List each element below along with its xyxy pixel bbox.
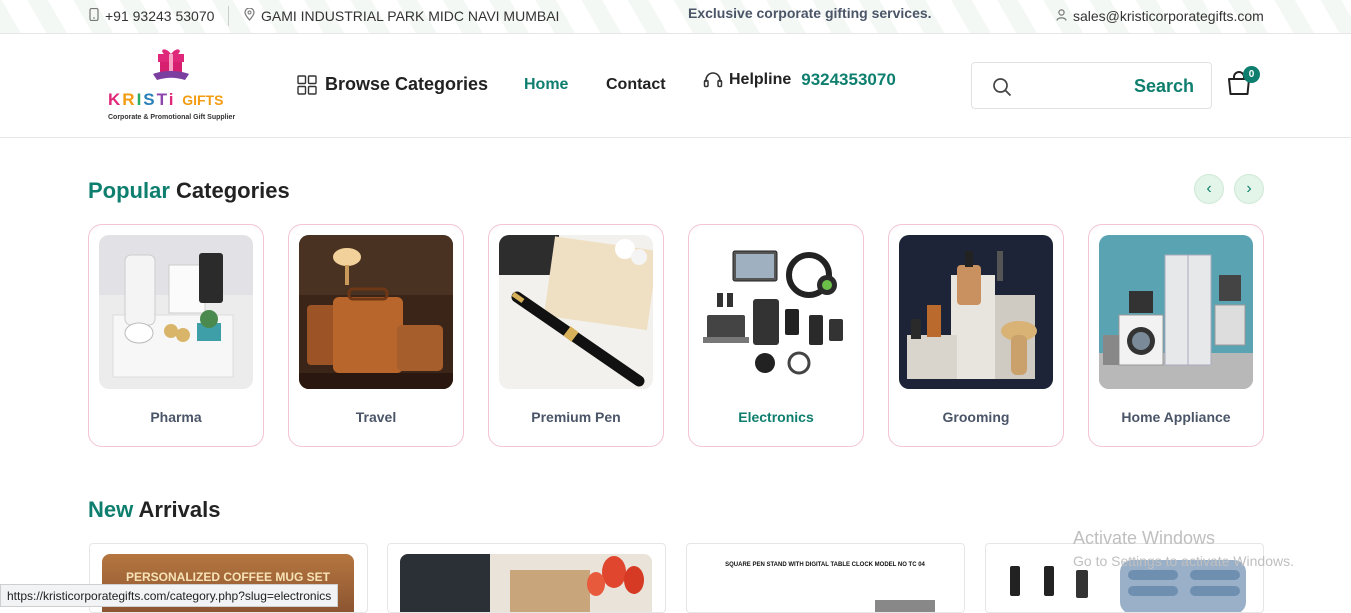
browse-categories-button[interactable]: Browse Categories [297,74,488,95]
cart-button[interactable]: 0 [1226,66,1260,100]
category-card-pharma[interactable]: Pharma [88,224,264,447]
gift-box-icon [153,49,189,80]
divider [228,6,229,26]
product-card[interactable]: SQUARE PEN STAND WITH DIGITAL TABLE CLOC… [686,543,965,613]
category-image-grooming [899,235,1053,389]
category-name: Travel [355,409,397,425]
new-arrivals-title: New Arrivals [88,497,221,523]
category-card-premium-pen[interactable]: Premium Pen [488,224,664,447]
category-image-travel [299,235,453,389]
product-banner-text: SQUARE PEN STAND WITH DIGITAL TABLE CLOC… [725,562,925,568]
category-image-home-appliance [1099,235,1253,389]
category-image-premium-pen [499,235,653,389]
user-icon [1056,8,1067,24]
popular-title-accent: Popular [88,178,170,203]
nav-contact[interactable]: Contact [606,76,666,94]
promo-text: Exclusive corporate gifting services. [688,5,932,21]
chevron-left-icon: ‹ [1206,180,1212,197]
category-image-electronics [699,235,853,389]
nav-home[interactable]: Home [524,76,568,94]
popular-title-rest: Categories [176,178,290,203]
category-name: Home Appliance [1121,409,1231,425]
grid-icon [297,74,317,95]
link-status-bar: https://kristicorporategifts.com/categor… [0,584,339,607]
product-banner-text: PERSONALIZED COFFEE MUG SET [125,570,330,584]
logo-tagline: Corporate & Promotional Gift Supplier [108,114,236,121]
category-card-home-appliance[interactable]: Home Appliance [1088,224,1264,447]
address-info: GAMI INDUSTRIAL PARK MIDC NAVI MUMBAI [244,7,560,24]
browse-label: Browse Categories [325,74,489,94]
helpline-label: Helpline [729,71,792,88]
search-box[interactable]: Search [971,62,1212,109]
category-name: Grooming [942,409,1010,425]
product-image: SQUARE PEN STAND WITH DIGITAL TABLE CLOC… [699,554,951,612]
category-card-electronics[interactable]: Electronics [688,224,864,447]
arrivals-title-rest: Arrivals [138,497,221,522]
logo-wordmark: KRISTi GIFTS [108,90,224,109]
product-image [400,554,652,612]
site-logo[interactable]: KRISTi GIFTS Corporate & Promotional Gif… [104,44,244,124]
carousel-next-button[interactable]: › [1234,174,1264,204]
arrivals-title-accent: New [88,497,134,522]
carousel-prev-button[interactable]: ‹ [1194,174,1224,204]
phone-info[interactable]: +91 93243 53070 [89,7,215,24]
search-button[interactable]: Search [1134,76,1194,97]
location-pin-icon [244,7,255,24]
category-name: Electronics [738,409,814,425]
top-info-bar: +91 93243 53070 GAMI INDUSTRIAL PARK MID… [0,0,1351,34]
watermark-line-1: Activate Windows [1073,528,1216,548]
cart-count-badge: 0 [1243,66,1260,83]
phone-icon [89,7,99,24]
category-card-grooming[interactable]: Grooming [888,224,1064,447]
email-info[interactable]: sales@kristicorporategifts.com [1056,8,1264,24]
category-image-pharma [99,235,253,389]
helpline-number[interactable]: 9324353070 [801,70,896,90]
category-name: Pharma [150,409,202,425]
search-icon [993,78,1012,97]
popular-categories-title: Popular Categories [88,178,290,204]
product-card[interactable] [387,543,666,613]
headset-icon [703,72,723,88]
helpline[interactable]: Helpline 9324353070 [703,70,896,90]
category-name: Premium Pen [531,409,621,425]
watermark-line-2: Go to Settings to activate Windows. [1073,553,1294,569]
address-text: GAMI INDUSTRIAL PARK MIDC NAVI MUMBAI [261,8,560,24]
windows-activation-watermark: Activate Windows Go to Settings to activ… [1073,528,1294,569]
chevron-right-icon: › [1246,180,1252,197]
category-card-travel[interactable]: Travel [288,224,464,447]
phone-number: +91 93243 53070 [105,8,215,24]
main-header: KRISTi GIFTS Corporate & Promotional Gif… [0,34,1351,138]
email-link[interactable]: sales@kristicorporategifts.com [1073,8,1264,24]
search-input[interactable] [1018,73,1128,99]
